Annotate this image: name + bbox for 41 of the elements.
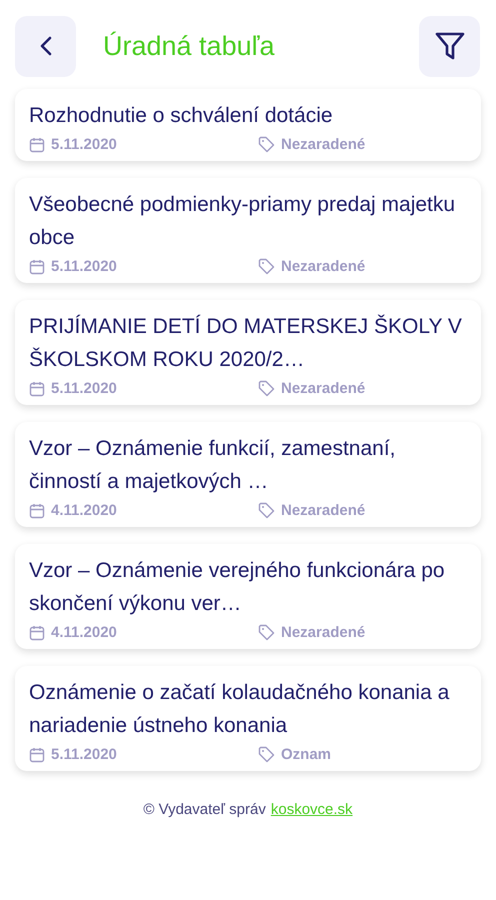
notice-card[interactable]: Vzor – Oznámenie funkcií, zamestnaní, činností a majetkových … 4.11.2020 Nezaradené — [15, 422, 481, 527]
notice-title: Vzor – Oznámenie verejného funkcionára po skončení výkonu ver… — [29, 558, 446, 617]
notice-card[interactable]: Rozhodnutie o schválení dotácie 5.11.2020 Nezaradené — [15, 89, 481, 161]
publisher-text: © Vydavateľ správ — [143, 801, 266, 818]
tag-icon — [258, 624, 275, 641]
notice-category: Nezaradené — [281, 380, 366, 397]
notice-card[interactable]: Všeobecné podmienky-priamy predaj majetku obce 5.11.2020 Nezaradené — [15, 178, 481, 283]
notice-category: Nezaradené — [281, 502, 366, 519]
calendar-icon — [29, 380, 45, 396]
notice-card[interactable]: PRIJÍMANIE DETÍ DO MATERSKEJ ŠKOLY V ŠKOLSKOM ROKU 2020/2… 5.11.2020 Nezaradené — [15, 300, 481, 405]
notice-category: Nezaradené — [281, 136, 366, 153]
notice-title: Vzor – Oznámenie funkcií, zamestnaní, činností a majetkových … — [29, 436, 397, 495]
notice-category: Nezaradené — [281, 624, 366, 641]
filter-icon — [434, 30, 466, 62]
notice-card[interactable]: Oznámenie o začatí kolaudačného konania a nariadenie ústneho konania 5.11.2020 Oznam — [15, 666, 481, 771]
tag-icon — [258, 380, 275, 397]
calendar-icon — [29, 624, 45, 640]
filter-button[interactable] — [419, 16, 480, 76]
notice-date: 4.11.2020 — [51, 502, 117, 519]
notice-card[interactable]: Vzor – Oznámenie verejného funkcionára po skončení výkonu ver… 4.11.2020 Nezaradené — [15, 544, 481, 649]
calendar-icon — [29, 502, 45, 518]
tag-icon — [258, 746, 275, 763]
notice-date: 5.11.2020 — [51, 136, 117, 153]
notice-date: 5.11.2020 — [51, 258, 117, 275]
tag-icon — [258, 136, 275, 153]
calendar-icon — [29, 136, 45, 152]
notice-date: 4.11.2020 — [51, 624, 117, 641]
notice-title: PRIJÍMANIE DETÍ DO MATERSKEJ ŠKOLY V ŠKOLSKOM ROKU 2020/2… — [29, 314, 463, 373]
notice-title: Oznámenie o začatí kolaudačného konania a nariadenie ústneho konania — [29, 680, 450, 739]
back-icon — [40, 36, 52, 56]
notice-category: Nezaradené — [281, 258, 366, 275]
tag-icon — [258, 502, 275, 519]
calendar-icon — [29, 258, 45, 274]
calendar-icon — [29, 746, 45, 762]
notice-title: Všeobecné podmienky-priamy predaj majetku obce — [29, 192, 456, 251]
tag-icon — [258, 258, 275, 275]
notice-category: Oznam — [281, 746, 332, 763]
notice-date: 5.11.2020 — [51, 746, 117, 763]
notice-date: 5.11.2020 — [51, 380, 117, 397]
page-title: Úradná tabuľa — [103, 30, 276, 62]
notice-title: Rozhodnutie o schválení dotácie — [29, 103, 334, 129]
